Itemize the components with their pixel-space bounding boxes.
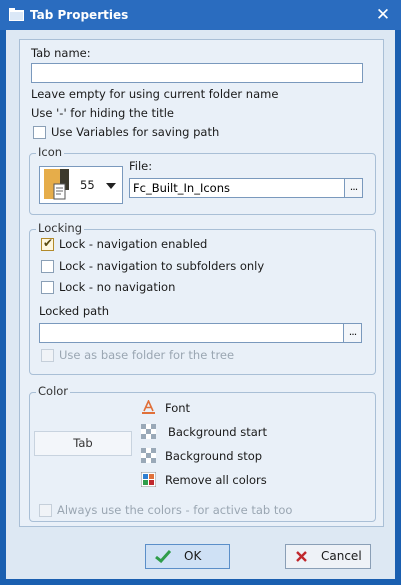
chevron-down-icon: [106, 183, 116, 189]
icon-file-browse-button[interactable]: ...: [345, 178, 363, 198]
ok-button[interactable]: OK: [145, 544, 230, 569]
checkmark-icon: [155, 550, 171, 563]
font-color-icon[interactable]: [141, 400, 156, 414]
icon-number: 55: [80, 178, 95, 192]
icon-group-title: Icon: [36, 145, 65, 159]
locked-path-input[interactable]: [39, 323, 344, 343]
icon-picker-dropdown[interactable]: 55: [39, 166, 123, 204]
tab-color-preview: Tab: [34, 431, 132, 456]
tab-name-hint-empty: Leave empty for using current folder nam…: [31, 87, 279, 101]
tab-name-hint-dash: Use '-' for hiding the title: [31, 106, 174, 120]
checker-icon[interactable]: [141, 448, 156, 463]
icon-file-label: File:: [129, 159, 153, 173]
lock-no-navigation-checkbox[interactable]: [41, 281, 54, 294]
lock-subfolders-only-label: Lock - navigation to subfolders only: [59, 259, 265, 273]
close-icon: [296, 551, 307, 562]
background-stop-label[interactable]: Background stop: [165, 449, 262, 463]
folder-icon: [9, 8, 24, 21]
locking-group-title: Locking: [36, 221, 85, 235]
tab-name-label: Tab name:: [31, 46, 91, 60]
cancel-button-label: Cancel: [321, 549, 362, 563]
lock-subfolders-only-checkbox[interactable]: [41, 260, 54, 273]
icon-file-input[interactable]: [129, 178, 345, 198]
color-group-title: Color: [36, 384, 71, 398]
use-variables-label: Use Variables for saving path: [51, 125, 220, 139]
always-use-colors-label: Always use the colors - for active tab t…: [57, 503, 293, 517]
close-button[interactable]: ✕: [373, 5, 393, 25]
locked-path-browse-button[interactable]: ...: [344, 323, 362, 343]
dialog-body: Tab name: Leave empty for using current …: [6, 30, 395, 579]
use-as-base-folder-label: Use as base folder for the tree: [59, 348, 235, 362]
cancel-button[interactable]: Cancel: [285, 544, 371, 569]
tab-icon-preview: [44, 169, 69, 200]
ok-button-label: OK: [184, 549, 202, 563]
background-start-label[interactable]: Background start: [168, 425, 267, 439]
palette-icon[interactable]: [141, 472, 156, 487]
lock-navigation-enabled-label: Lock - navigation enabled: [59, 237, 208, 251]
lock-no-navigation-label: Lock - no navigation: [59, 280, 176, 294]
properties-panel: Tab name: Leave empty for using current …: [19, 39, 384, 527]
checkmark-icon: ✔: [43, 236, 54, 250]
lock-navigation-enabled-checkbox[interactable]: ✔: [41, 236, 54, 251]
use-variables-checkbox[interactable]: [33, 126, 46, 139]
font-color-label[interactable]: Font: [165, 401, 190, 415]
locked-path-label: Locked path: [39, 304, 109, 318]
use-as-base-folder-checkbox[interactable]: [41, 349, 54, 362]
window-title: Tab Properties: [30, 8, 129, 22]
tab-name-input[interactable]: [31, 63, 363, 83]
checker-icon[interactable]: [141, 424, 156, 439]
always-use-colors-checkbox[interactable]: [39, 504, 52, 517]
remove-all-colors-label[interactable]: Remove all colors: [165, 473, 267, 487]
title-bar: Tab Properties ✕: [0, 0, 401, 30]
